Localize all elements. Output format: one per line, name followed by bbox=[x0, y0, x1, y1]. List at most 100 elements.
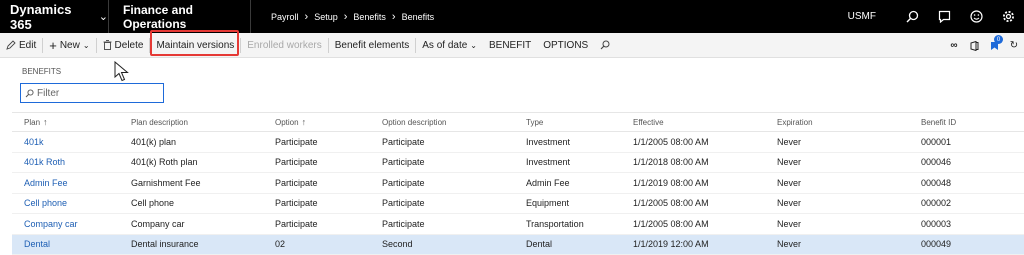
table-cell: Participate bbox=[382, 177, 425, 188]
table-cell: Dental bbox=[526, 239, 553, 250]
table-cell: Participate bbox=[382, 157, 425, 168]
table-cell: 401(k) plan bbox=[131, 136, 177, 147]
breadcrumb-item[interactable]: Payroll bbox=[271, 12, 299, 22]
sort-ascending-icon: ↑ bbox=[43, 117, 48, 127]
table-cell: 02 bbox=[275, 239, 286, 250]
page-title: BENEFITS bbox=[22, 67, 62, 76]
table-row[interactable]: Admin Fee Garnishment Fee Participate Pa… bbox=[12, 173, 1024, 194]
table-cell: 000001 bbox=[921, 136, 952, 147]
search-icon[interactable] bbox=[594, 33, 616, 58]
benefit-elements-button[interactable]: Benefit elements bbox=[329, 33, 416, 58]
top-navigation-bar: Dynamics 365 ⌄ Finance and Operations Pa… bbox=[0, 0, 1024, 33]
as-of-date-button[interactable]: As of date ⌄ bbox=[416, 33, 483, 58]
sort-ascending-icon: ↑ bbox=[301, 117, 307, 127]
table-cell: 000002 bbox=[921, 198, 952, 209]
table-cell: Participate bbox=[275, 136, 318, 147]
table-cell: 000049 bbox=[921, 239, 952, 250]
column-header-benefit-id[interactable]: Benefit ID bbox=[909, 118, 1024, 127]
product-name: Dynamics 365 bbox=[10, 1, 72, 32]
column-header-plan-description[interactable]: Plan description bbox=[119, 118, 263, 127]
table-cell: 1/1/2018 08:00 AM bbox=[633, 157, 709, 168]
column-header-plan[interactable]: Plan ↑ bbox=[12, 117, 119, 127]
action-pane: Edit + New ⌄ Delete Maintain versions En… bbox=[0, 33, 1024, 58]
breadcrumb: Payroll › Setup › Benefits › Benefits bbox=[271, 11, 434, 23]
column-header-option[interactable]: Option ↑ bbox=[263, 117, 370, 127]
grid-header: Plan ↑ Plan description Option ↑ Option de… bbox=[12, 112, 1024, 132]
table-cell: 1/1/2005 08:00 AM bbox=[633, 218, 709, 229]
column-header-type[interactable]: Type bbox=[514, 118, 621, 127]
plan-link[interactable]: Company car bbox=[12, 219, 119, 229]
table-row[interactable]: 401k Roth 401(k) Roth plan Participate P… bbox=[12, 153, 1024, 173]
table-cell: Participate bbox=[275, 218, 318, 229]
plan-link[interactable]: Cell phone bbox=[12, 198, 119, 208]
chevron-right-icon: › bbox=[343, 10, 348, 23]
table-cell: Participate bbox=[275, 198, 318, 209]
table-row-selected[interactable]: Dental Dental insurance 02 Second Dental… bbox=[12, 234, 1024, 255]
table-cell: Garnishment Fee bbox=[131, 177, 201, 188]
plus-icon: + bbox=[49, 37, 57, 53]
breadcrumb-item[interactable]: Setup bbox=[314, 12, 338, 22]
chevron-down-icon: ⌄ bbox=[98, 11, 108, 23]
gear-icon[interactable] bbox=[992, 0, 1024, 33]
table-row[interactable]: 401k 401(k) plan Participate Participate… bbox=[12, 132, 1024, 153]
filter-input[interactable]: Filter bbox=[20, 83, 164, 103]
top-right-controls: USMF bbox=[848, 0, 1024, 33]
table-cell: Cell phone bbox=[131, 198, 175, 209]
smiley-icon[interactable] bbox=[960, 0, 992, 33]
office-icon[interactable] bbox=[964, 33, 984, 58]
plan-link[interactable]: Dental bbox=[12, 239, 119, 249]
plan-link[interactable]: Admin Fee bbox=[12, 178, 119, 188]
table-row[interactable]: Cell phone Cell phone Participate Partic… bbox=[12, 194, 1024, 214]
edit-button[interactable]: Edit bbox=[0, 33, 42, 58]
table-cell: Company car bbox=[131, 218, 185, 229]
table-cell: Transportation bbox=[526, 218, 584, 229]
plan-link[interactable]: 401k Roth bbox=[12, 157, 119, 167]
company-picker[interactable]: USMF bbox=[848, 11, 876, 22]
column-header-effective[interactable]: Effective bbox=[621, 118, 765, 127]
edit-label: Edit bbox=[19, 39, 37, 51]
table-cell: Participate bbox=[275, 177, 318, 188]
table-cell: Participate bbox=[382, 198, 425, 209]
table-cell: Never bbox=[777, 218, 802, 229]
column-header-option-description[interactable]: Option description bbox=[370, 118, 514, 127]
table-cell: 000048 bbox=[921, 177, 952, 188]
chevron-down-icon: ⌄ bbox=[470, 40, 477, 50]
search-icon[interactable] bbox=[896, 0, 928, 33]
notification-badge: 0 bbox=[994, 35, 1003, 44]
table-cell: Investment bbox=[526, 157, 571, 168]
module-name[interactable]: Finance and Operations bbox=[109, 0, 251, 33]
plan-link[interactable]: 401k bbox=[12, 137, 119, 147]
refresh-icon[interactable]: ↻ bbox=[1004, 33, 1024, 58]
options-tab[interactable]: OPTIONS bbox=[537, 33, 594, 58]
maintain-versions-button[interactable]: Maintain versions bbox=[150, 33, 240, 58]
breadcrumb-item[interactable]: Benefits bbox=[353, 12, 386, 22]
notifications-icon[interactable]: 0 bbox=[984, 33, 1004, 58]
table-cell: Participate bbox=[382, 218, 425, 229]
table-row[interactable]: Company car Company car Participate Part… bbox=[12, 214, 1024, 235]
delete-button[interactable]: Delete bbox=[97, 33, 150, 58]
breadcrumb-item[interactable]: Benefits bbox=[402, 12, 435, 22]
table-cell: Equipment bbox=[526, 198, 570, 209]
table-cell: Never bbox=[777, 136, 802, 147]
table-cell: Admin Fee bbox=[526, 177, 570, 188]
column-header-expiration[interactable]: Expiration bbox=[765, 118, 909, 127]
benefit-tab[interactable]: BENEFIT bbox=[483, 33, 537, 58]
action-pane-right: ∞ 0 ↻ bbox=[944, 33, 1024, 58]
table-cell: Dental insurance bbox=[131, 239, 199, 250]
new-label: New bbox=[59, 39, 80, 51]
table-cell: Never bbox=[777, 177, 802, 188]
table-cell: 000003 bbox=[921, 218, 952, 229]
table-cell: Participate bbox=[382, 136, 425, 147]
new-button[interactable]: + New ⌄ bbox=[43, 33, 95, 58]
chevron-right-icon: › bbox=[391, 10, 396, 23]
filter-placeholder: Filter bbox=[37, 87, 60, 99]
product-switcher[interactable]: Dynamics 365 ⌄ bbox=[0, 0, 109, 33]
benefits-grid: Plan ↑ Plan description Option ↑ Option de… bbox=[12, 112, 1024, 255]
table-cell: 1/1/2005 08:00 AM bbox=[633, 198, 709, 209]
enrolled-workers-button[interactable]: Enrolled workers bbox=[241, 33, 327, 58]
as-of-date-label: As of date bbox=[422, 39, 468, 51]
message-icon[interactable] bbox=[928, 0, 960, 33]
link-icon[interactable]: ∞ bbox=[944, 33, 964, 58]
delete-label: Delete bbox=[114, 39, 144, 51]
table-cell: 1/1/2005 08:00 AM bbox=[633, 136, 709, 147]
